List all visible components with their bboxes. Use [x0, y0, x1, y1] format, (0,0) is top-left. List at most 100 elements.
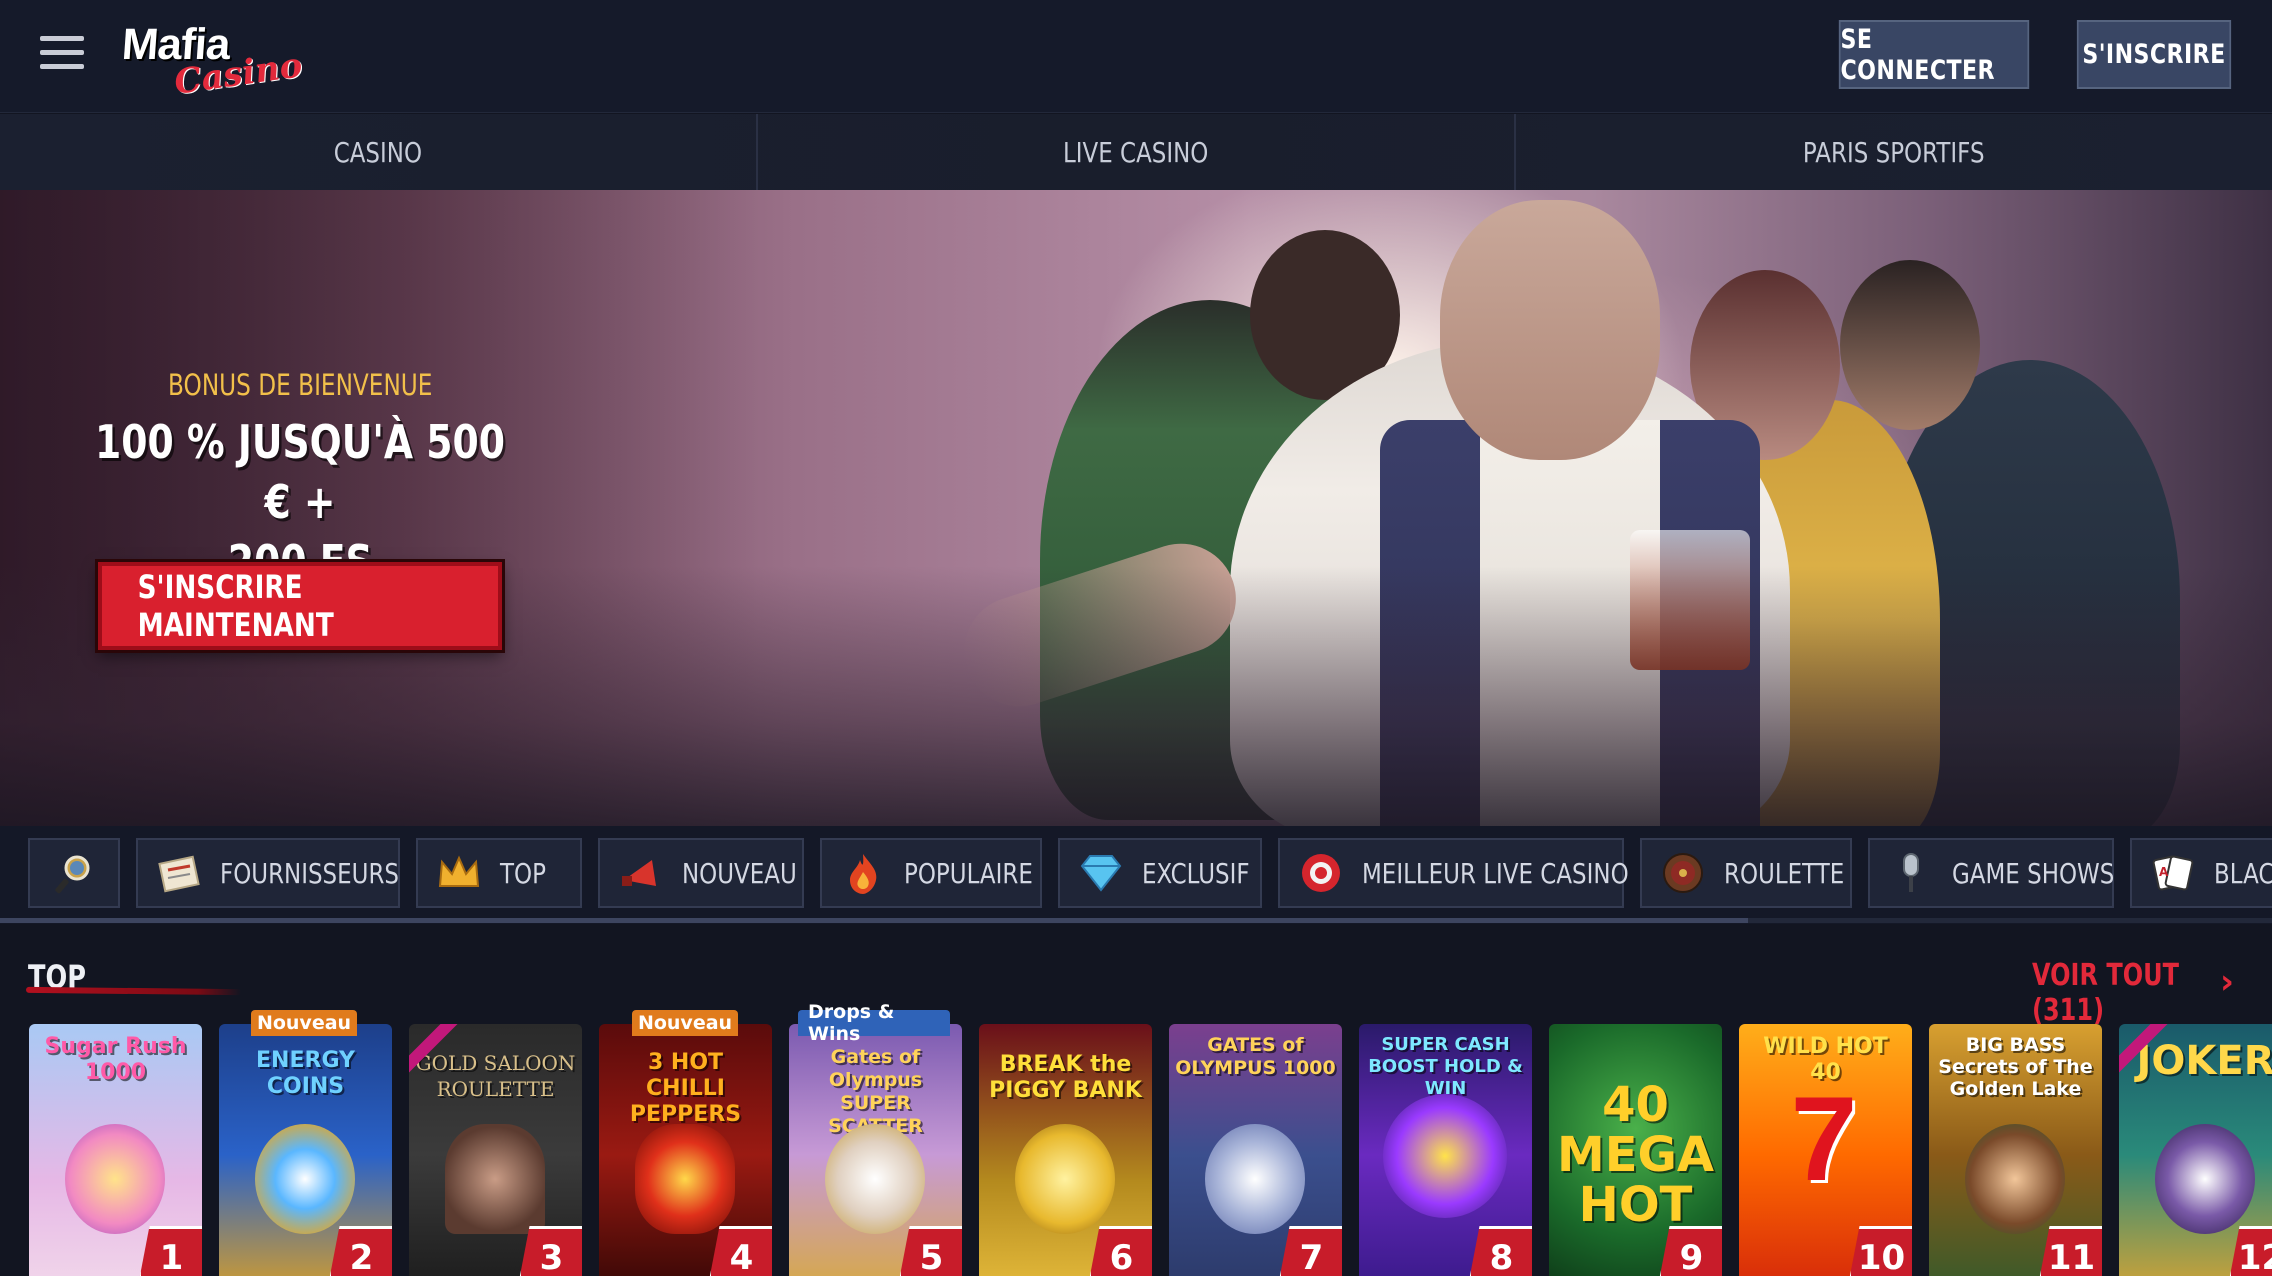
filter-label: BLAC: [2214, 856, 2272, 890]
game-art: [445, 1124, 545, 1234]
filter-label: EXCLUSIF: [1142, 856, 1250, 890]
hero-character-dark-head: [1840, 260, 1980, 430]
game-art: [635, 1124, 735, 1234]
filter-popular[interactable]: POPULAIRE: [820, 838, 1042, 908]
diamond-icon: [1078, 850, 1124, 896]
filter-label: TOP: [500, 856, 546, 890]
filter-label: POPULAIRE: [904, 856, 1033, 890]
game-rank: 11: [2038, 1226, 2102, 1276]
tab-label: LIVE CASINO: [1063, 135, 1209, 169]
bonus-subtitle-text: BONUS DE BIENVENUE: [167, 368, 433, 402]
filter-blackjack[interactable]: A BLAC: [2130, 838, 2272, 908]
game-art: [1015, 1124, 1115, 1234]
fire-icon: [840, 850, 886, 896]
top-games-row: Sugar Rush 1000 1 ENERGY COINS 2 GOLD SA…: [0, 1024, 2272, 1276]
register-now-button[interactable]: S'INSCRIRE MAINTENANT: [98, 562, 502, 650]
filter-exclusive[interactable]: EXCLUSIF: [1058, 838, 1262, 908]
top-header: Mafia Casino SE CONNECTER S'INSCRIRE: [0, 0, 2272, 113]
game-art: [65, 1124, 165, 1234]
filter-new[interactable]: NOUVEAU: [598, 838, 804, 908]
exclusive-ribbon: [2119, 1024, 2179, 1084]
game-art: [255, 1124, 355, 1234]
exclusive-ribbon: [409, 1024, 469, 1084]
hamburger-menu-icon[interactable]: [40, 36, 84, 72]
roulette-icon: [1660, 850, 1706, 896]
svg-text:A: A: [2159, 865, 2169, 879]
filter-label: MEILLEUR LIVE CASINO: [1362, 856, 1629, 890]
game-art: [2155, 1124, 2255, 1234]
game-card[interactable]: BREAK the PIGGY BANK 6: [979, 1024, 1152, 1276]
game-title: BREAK the PIGGY BANK: [989, 1052, 1142, 1103]
filter-scrollbar-thumb[interactable]: [0, 918, 1748, 923]
game-card[interactable]: GATES of OLYMPUS 1000 7: [1169, 1024, 1342, 1276]
game-title: GATES of OLYMPUS 1000: [1175, 1034, 1336, 1079]
game-card[interactable]: Sugar Rush 1000 1: [29, 1024, 202, 1276]
game-art: [1205, 1124, 1305, 1234]
see-all-label: VOIR TOUT (311): [2032, 958, 2179, 1028]
game-rank: 7: [1278, 1226, 1342, 1276]
tab-sports-betting[interactable]: PARIS SPORTIFS: [1516, 114, 2272, 190]
filter-label: NOUVEAU: [682, 856, 797, 890]
filter-label: ROULETTE: [1724, 856, 1845, 890]
game-title: ENERGY COINS: [256, 1048, 355, 1099]
drops-and-wins-badge: Drops & Wins: [798, 1001, 950, 1045]
chevron-right-icon: ›: [2220, 962, 2235, 1002]
new-badge: Nouveau: [251, 1010, 357, 1036]
game-card[interactable]: BIG BASS Secrets of The Golden Lake 11: [1929, 1024, 2102, 1276]
register-now-label: S'INSCRIRE MAINTENANT: [137, 568, 334, 644]
game-rank: 10: [1848, 1226, 1912, 1276]
game-art: [1965, 1124, 2065, 1234]
login-button[interactable]: SE CONNECTER: [1838, 20, 2030, 89]
game-title: SUPER CASH BOOST HOLD & WIN: [1368, 1034, 1523, 1099]
game-art: [825, 1124, 925, 1234]
game-rank: 1: [138, 1226, 202, 1276]
providers-icon: [156, 850, 202, 896]
megaphone-icon: [618, 850, 664, 896]
game-card[interactable]: Gates of Olympus SUPER SCATTER 5: [789, 1024, 962, 1276]
microphone-icon: [1888, 850, 1934, 896]
bonus-subtitle: BONUS DE BIENVENUE: [0, 368, 600, 402]
game-rank: 2: [328, 1226, 392, 1276]
filter-search[interactable]: [28, 838, 120, 908]
game-rank: 5: [898, 1226, 962, 1276]
game-title: Sugar Rush 1000: [44, 1034, 187, 1085]
hero-character-main-head: [1440, 200, 1660, 460]
hero-banner: BONUS DE BIENVENUE 100 % JUSQU'À 500 € +…: [0, 190, 2272, 826]
game-title: 3 HOT CHILLI PEPPERS: [629, 1050, 742, 1127]
filter-best-live-casino[interactable]: MEILLEUR LIVE CASINO: [1278, 838, 1629, 908]
new-badge: Nouveau: [632, 1010, 738, 1036]
filter-roulette[interactable]: ROULETTE: [1640, 838, 1852, 908]
game-rank: 9: [1658, 1226, 1722, 1276]
game-card[interactable]: 40 MEGA HOT 9: [1549, 1024, 1722, 1276]
chips-icon: [1298, 850, 1344, 896]
filter-game-shows[interactable]: GAME SHOWS: [1868, 838, 2114, 908]
game-card[interactable]: ENERGY COINS 2: [219, 1024, 392, 1276]
seven-icon: 7: [1790, 1072, 1858, 1206]
tab-casino[interactable]: CASINO: [0, 114, 758, 190]
filter-providers[interactable]: FOURNISSEURS: [136, 838, 400, 908]
crown-icon: [436, 850, 482, 896]
game-rank: 8: [1468, 1226, 1532, 1276]
game-card[interactable]: SUPER CASH BOOST HOLD & WIN 8: [1359, 1024, 1532, 1276]
game-rank: 6: [1088, 1226, 1152, 1276]
cards-icon: A: [2150, 850, 2196, 896]
register-button[interactable]: S'INSCRIRE: [2076, 20, 2232, 89]
filter-top[interactable]: TOP: [416, 838, 582, 908]
game-card[interactable]: 3 HOT CHILLI PEPPERS 4: [599, 1024, 772, 1276]
game-card[interactable]: WILD HOT 40 7 10: [1739, 1024, 1912, 1276]
filter-label: GAME SHOWS: [1952, 856, 2115, 890]
tab-label: PARIS SPORTIFS: [1803, 135, 1985, 169]
tab-live-casino[interactable]: LIVE CASINO: [758, 114, 1516, 190]
game-rank: 12: [2228, 1226, 2272, 1276]
game-title: BIG BASS Secrets of The Golden Lake: [1938, 1034, 2093, 1100]
see-all-link[interactable]: VOIR TOUT (311) ›: [2032, 958, 2272, 1028]
bonus-title-line1: 100 % JUSQU'À 500 € +: [95, 415, 505, 529]
game-rank: 4: [708, 1226, 772, 1276]
filter-label: FOURNISSEURS: [220, 856, 399, 890]
category-nav: CASINO LIVE CASINO PARIS SPORTIFS: [0, 114, 2272, 190]
site-logo[interactable]: Mafia Casino: [118, 14, 304, 103]
tab-label: CASINO: [333, 135, 423, 169]
game-title: 40 MEGA HOT: [1556, 1077, 1715, 1233]
game-art: [1383, 1094, 1507, 1218]
game-filter-bar: FOURNISSEURS TOP NOUVEAU POPULAIRE EXCLU…: [0, 826, 2272, 924]
